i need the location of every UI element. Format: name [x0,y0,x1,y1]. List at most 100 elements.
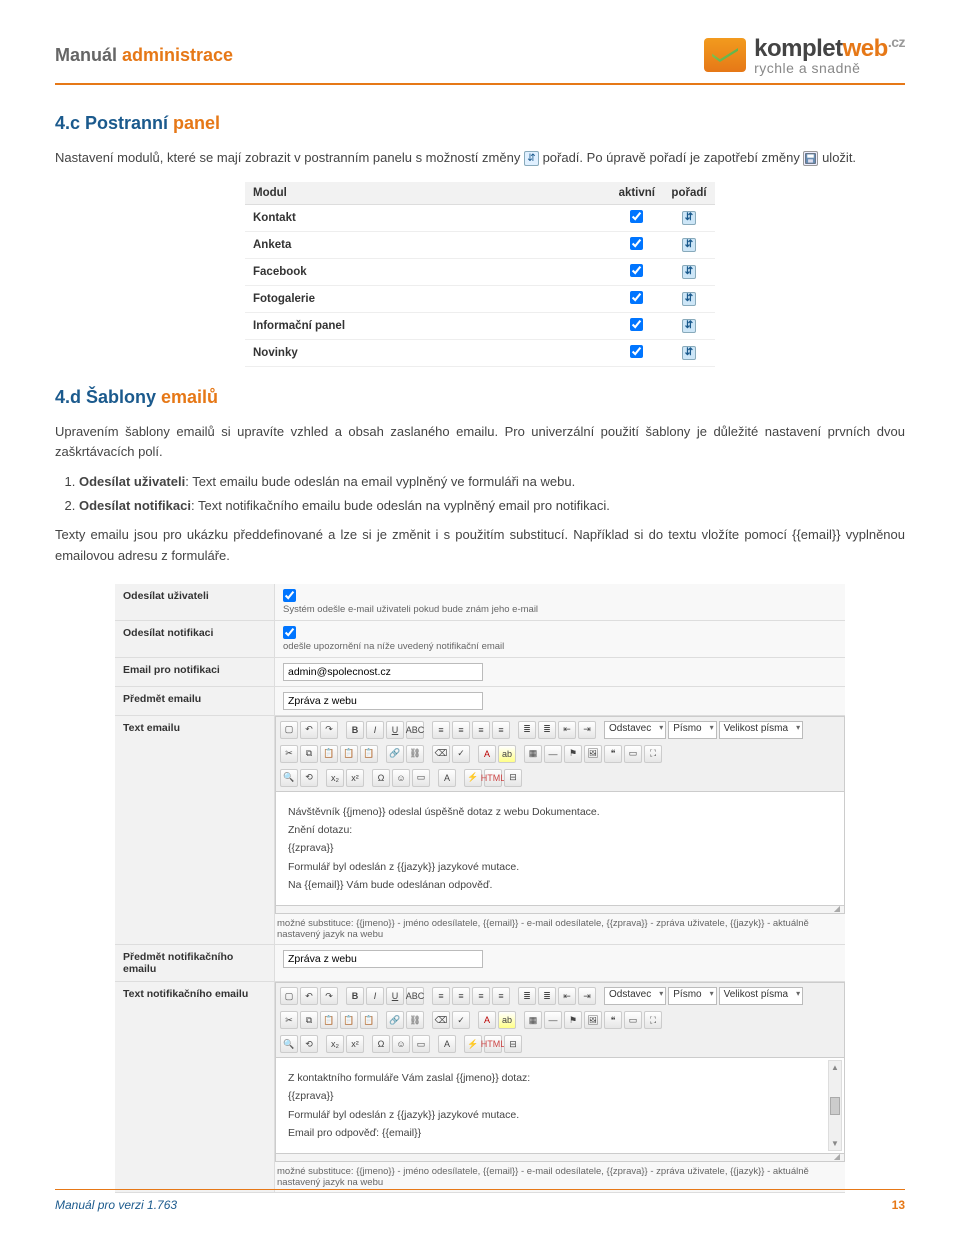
tb-link-icon[interactable]: 🔗 [386,745,404,763]
tb-hr-icon[interactable]: ― [544,745,562,763]
reorder-arrow-icon[interactable]: ⇵ [682,265,696,279]
tb-list-ul-icon[interactable]: ≣ [538,721,556,739]
tb-italic-icon[interactable]: I [366,987,384,1005]
tb-specialchar-icon[interactable]: Ω [372,769,390,787]
tb-image-icon[interactable]: 🖼 [584,745,602,763]
tb-undo-icon[interactable]: ↶ [300,721,318,739]
tb-align-right-icon[interactable]: ≡ [472,721,490,739]
tb-align-justify-icon[interactable]: ≡ [492,987,510,1005]
active-checkbox[interactable] [630,237,643,250]
tb-font-select[interactable]: Písmo [668,721,716,739]
active-checkbox[interactable] [630,291,643,304]
tb-cut-icon[interactable]: ✂ [280,745,298,763]
tb-paste-word-icon[interactable]: 📋 [360,1011,378,1029]
tb-sup-icon[interactable]: x² [346,1035,364,1053]
active-checkbox[interactable] [630,318,643,331]
tb-style-select[interactable]: Odstavec [604,987,666,1005]
tb-indent-icon[interactable]: ⇥ [578,721,596,739]
tb-strike-icon[interactable]: ABC [406,987,424,1005]
tb-copy-icon[interactable]: ⧉ [300,1011,318,1029]
tb-list-ul-icon[interactable]: ≣ [538,987,556,1005]
tb-selectall-icon[interactable]: A [438,769,456,787]
tb-flash-icon[interactable]: ⚡ [464,769,482,787]
tb-copy-icon[interactable]: ⧉ [300,745,318,763]
input-notif-email[interactable] [283,663,483,681]
tb-quote-icon[interactable]: ❝ [604,745,622,763]
tb-selectall-icon[interactable]: A [438,1035,456,1053]
tb-source-icon[interactable]: ▢ [280,721,298,739]
tb-list-ol-icon[interactable]: ≣ [518,721,536,739]
tb-paste-icon[interactable]: 📋 [320,1011,338,1029]
tb-bold-icon[interactable]: B [346,721,364,739]
tb-underline-icon[interactable]: U [386,987,404,1005]
active-checkbox[interactable] [630,264,643,277]
tb-removeformat-icon[interactable]: ⌫ [432,1011,450,1029]
reorder-arrow-icon[interactable]: ⇵ [682,346,696,360]
tb-removeformat-icon[interactable]: ⌫ [432,745,450,763]
tb-align-justify-icon[interactable]: ≡ [492,721,510,739]
tb-outdent-icon[interactable]: ⇤ [558,721,576,739]
tb-maximize-icon[interactable]: ⛶ [644,1011,662,1029]
tb-align-right-icon[interactable]: ≡ [472,987,490,1005]
tb-align-left-icon[interactable]: ≡ [432,987,450,1005]
reorder-arrow-icon[interactable]: ⇵ [682,319,696,333]
active-checkbox[interactable] [630,345,643,358]
tb-undo-icon[interactable]: ↶ [300,987,318,1005]
tb-cut-icon[interactable]: ✂ [280,1011,298,1029]
scrollbar[interactable]: ▲▼ [828,1060,842,1151]
input-notif-subject[interactable] [283,950,483,968]
tb-indent-icon[interactable]: ⇥ [578,987,596,1005]
tb-flash-icon[interactable]: ⚡ [464,1035,482,1053]
tb-sub-icon[interactable]: x₂ [326,1035,344,1053]
tb-unlink-icon[interactable]: ⛓ [406,745,424,763]
tb-size-select[interactable]: Velikost písma [719,987,803,1005]
tb-quote-icon[interactable]: ❝ [604,1011,622,1029]
tb-bgcolor-icon[interactable]: ab [498,745,516,763]
tb-bgcolor-icon[interactable]: ab [498,1011,516,1029]
active-checkbox[interactable] [630,210,643,223]
tb-iframe-icon[interactable]: ▭ [412,769,430,787]
tb-template-icon[interactable]: ▭ [624,1011,642,1029]
rte-body-2[interactable]: ▲▼ Z kontaktního formuláře Vám zaslal {{… [275,1057,845,1154]
tb-image-icon[interactable]: 🖼 [584,1011,602,1029]
tb-unlink-icon[interactable]: ⛓ [406,1011,424,1029]
tb-bold-icon[interactable]: B [346,987,364,1005]
tb-style-select[interactable]: Odstavec [604,721,666,739]
tb-html-icon[interactable]: HTML [484,769,502,787]
checkbox-send-user[interactable] [283,589,296,602]
reorder-arrow-icon[interactable]: ⇵ [682,211,696,225]
tb-sub-icon[interactable]: x₂ [326,769,344,787]
tb-template-icon[interactable]: ▭ [624,745,642,763]
checkbox-send-notif[interactable] [283,626,296,639]
tb-html-icon[interactable]: HTML [484,1035,502,1053]
tb-find-icon[interactable]: 🔍 [280,1035,298,1053]
tb-textcolor-icon[interactable]: A [478,745,496,763]
tb-anchor-icon[interactable]: ⚑ [564,745,582,763]
tb-paste-text-icon[interactable]: 📋 [340,1011,358,1029]
tb-align-center-icon[interactable]: ≡ [452,721,470,739]
tb-font-select[interactable]: Písmo [668,987,716,1005]
tb-find-icon[interactable]: 🔍 [280,769,298,787]
tb-underline-icon[interactable]: U [386,721,404,739]
tb-anchor-icon[interactable]: ⚑ [564,1011,582,1029]
tb-italic-icon[interactable]: I [366,721,384,739]
tb-specialchar-icon[interactable]: Ω [372,1035,390,1053]
tb-spellcheck-icon[interactable]: ✓ [452,1011,470,1029]
reorder-arrow-icon[interactable]: ⇵ [682,292,696,306]
tb-table-icon[interactable]: ▦ [524,1011,542,1029]
tb-redo-icon[interactable]: ↷ [320,721,338,739]
tb-smiley-icon[interactable]: ☺ [392,769,410,787]
tb-iframe-icon[interactable]: ▭ [412,1035,430,1053]
resize-handle-icon[interactable]: ◢ [275,906,845,914]
tb-textcolor-icon[interactable]: A [478,1011,496,1029]
tb-replace-icon[interactable]: ⟲ [300,1035,318,1053]
tb-size-select[interactable]: Velikost písma [719,721,803,739]
tb-sup-icon[interactable]: x² [346,769,364,787]
tb-table-icon[interactable]: ▦ [524,745,542,763]
tb-source-icon[interactable]: ▢ [280,987,298,1005]
rte-body-1[interactable]: Návštěvník {{jmeno}} odeslal úspěšně dot… [275,791,845,906]
tb-pagebreak-icon[interactable]: ⊟ [504,1035,522,1053]
tb-align-center-icon[interactable]: ≡ [452,987,470,1005]
tb-align-left-icon[interactable]: ≡ [432,721,450,739]
input-subject[interactable] [283,692,483,710]
